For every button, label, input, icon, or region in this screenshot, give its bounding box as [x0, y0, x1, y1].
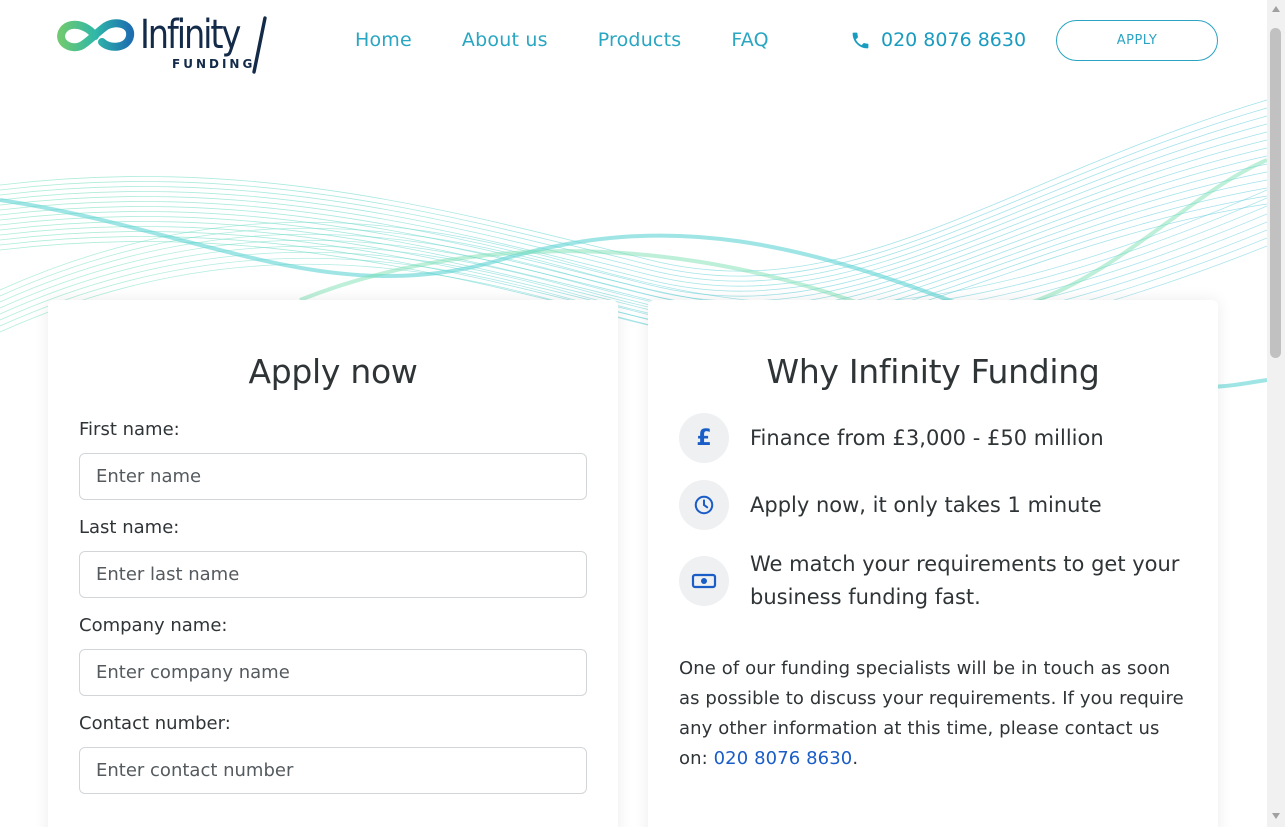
site-header: Infinity FUNDING Home About us Products …	[0, 0, 1267, 82]
brand-slash-mark	[252, 16, 267, 74]
header-phone-number: 020 8076 8630	[881, 29, 1027, 51]
last-name-field[interactable]	[79, 551, 587, 598]
phone-icon	[852, 32, 869, 48]
apply-button[interactable]: APPLY	[1056, 20, 1218, 61]
banknote-icon	[679, 556, 729, 606]
feature-text: Apply now, it only takes 1 minute	[750, 492, 1102, 517]
pound-icon: £	[679, 413, 729, 463]
contact-phone-link[interactable]: 020 8076 8630	[714, 748, 853, 769]
brand-name: Infinity	[140, 12, 241, 58]
clock-icon	[679, 480, 729, 530]
contact-info-paragraph: One of our funding specialists will be i…	[679, 654, 1187, 774]
contact-number-label: Contact number:	[79, 713, 231, 734]
feature-item-finance: £ Finance from £3,000 - £50 million	[679, 413, 1187, 463]
header-phone-link[interactable]: 020 8076 8630	[850, 29, 1026, 51]
first-name-label: First name:	[79, 419, 180, 440]
scrollbar-thumb[interactable]	[1270, 28, 1281, 358]
contact-number-field[interactable]	[79, 747, 587, 794]
apply-form-card: Apply now First name: Last name: Company…	[48, 300, 618, 827]
main-nav: Home About us Products FAQ	[355, 29, 819, 51]
nav-products[interactable]: Products	[598, 29, 682, 51]
nav-home[interactable]: Home	[355, 29, 412, 51]
why-infinity-card: Why Infinity Funding £ Finance from £3,0…	[648, 300, 1218, 827]
scroll-up-arrow-icon[interactable]	[1272, 6, 1280, 12]
brand-logo[interactable]: Infinity FUNDING	[54, 10, 269, 74]
scroll-down-arrow-icon[interactable]	[1272, 813, 1280, 819]
first-name-field[interactable]	[79, 453, 587, 500]
infinity-logo-icon	[57, 19, 135, 52]
contact-info-end: .	[852, 748, 859, 769]
apply-form-title: Apply now	[248, 352, 418, 391]
why-title: Why Infinity Funding	[766, 352, 1100, 391]
feature-item-matching: We match your requirements to get your b…	[679, 548, 1187, 614]
feature-text: Finance from £3,000 - £50 million	[750, 425, 1104, 450]
company-name-field[interactable]	[79, 649, 587, 696]
feature-text: We match your requirements to get your b…	[750, 552, 1180, 609]
nav-faq[interactable]: FAQ	[731, 29, 768, 51]
last-name-label: Last name:	[79, 517, 180, 538]
company-name-label: Company name:	[79, 615, 228, 636]
page-scrollbar[interactable]	[1267, 0, 1285, 827]
nav-about-us[interactable]: About us	[462, 29, 548, 51]
feature-item-apply-time: Apply now, it only takes 1 minute	[679, 480, 1187, 530]
brand-subtitle: FUNDING	[172, 57, 256, 71]
